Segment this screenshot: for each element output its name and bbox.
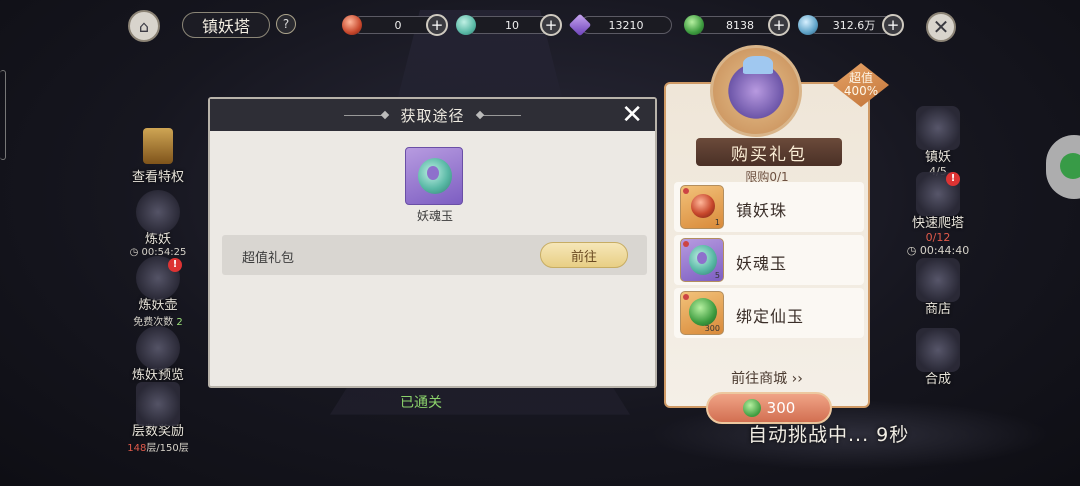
source-row: 超值礼包 前往 <box>222 235 647 275</box>
climb-timer: ◷ 00:44:40 <box>906 244 970 257</box>
chat-float-button[interactable] <box>1046 135 1080 199</box>
menu-synthesize[interactable]: 合成 <box>898 328 978 387</box>
go-to-mall-link[interactable]: 前往商城 ›› <box>666 368 868 388</box>
demon-orb-icon <box>691 194 715 218</box>
price: 300 <box>766 399 796 417</box>
gift-item[interactable]: 5 妖魂玉 <box>674 235 864 285</box>
shop-icon <box>916 258 960 302</box>
add-blue-gem-button[interactable]: + <box>882 14 904 36</box>
quality-dot <box>683 241 689 247</box>
alert-badge: ! <box>946 172 960 186</box>
item-slot: 1 <box>680 185 724 229</box>
jade-icon <box>456 15 476 35</box>
suppress-icon <box>916 106 960 150</box>
gift-bag-icon <box>710 45 802 137</box>
item-name: 镇妖珠 <box>736 201 788 220</box>
add-green-coin-button[interactable]: + <box>768 14 790 36</box>
bound-jade-coin-icon <box>689 298 717 326</box>
title-ornament-right <box>476 114 521 116</box>
go-button[interactable]: 前往 <box>540 242 628 268</box>
soul-jade-icon <box>689 245 717 275</box>
chat-icon <box>1060 153 1080 179</box>
home-button[interactable]: ⌂ <box>128 10 160 42</box>
synthesize-icon <box>916 328 960 372</box>
dialog-header: 获取途径 ✕ <box>210 99 655 131</box>
item-slot: 300 <box>680 291 724 335</box>
close-icon: ✕ <box>932 15 950 39</box>
home-icon: ⌂ <box>138 16 150 36</box>
menu-view-privilege[interactable]: 查看特权 <box>118 128 198 185</box>
dialog-close-button[interactable]: ✕ <box>621 101 643 129</box>
privilege-icon <box>143 128 173 164</box>
refine-icon <box>136 190 180 234</box>
climb-count: 0/12 <box>925 231 951 244</box>
close-page-button[interactable]: ✕ <box>926 12 956 42</box>
cleared-label: 已通关 <box>400 395 442 411</box>
resource-value: 13210 <box>580 16 672 34</box>
source-label: 超值礼包 <box>242 251 295 266</box>
value-tag-percent: 400% <box>843 84 879 98</box>
top-bar: ⌂ 镇妖塔 ? 0 + 10 + 13210 8138 + 312.6万 + ✕ <box>0 0 1080 52</box>
menu-shop[interactable]: 商店 <box>898 258 978 317</box>
gift-title: 购买礼包 <box>696 138 842 166</box>
item-count: 300 <box>704 324 720 333</box>
reward-chest-icon <box>136 382 180 426</box>
gift-item[interactable]: 1 镇妖珠 <box>674 182 864 232</box>
preview-icon <box>136 326 180 370</box>
auto-challenge-status: 自动挑战中... 9秒 <box>748 424 910 446</box>
red-orb-icon <box>342 15 362 35</box>
menu-demon-pot[interactable]: ! 炼妖壶 免费次数 2 <box>118 256 198 328</box>
menu-label: 查看特权 <box>131 170 184 185</box>
menu-refine-preview[interactable]: 炼妖预览 <box>118 326 198 383</box>
quality-dot <box>683 188 689 194</box>
title-ornament-left <box>344 114 389 116</box>
menu-refine-demon[interactable]: 炼妖 ◷ 00:54:25 <box>118 190 198 258</box>
item-slot: 5 <box>680 238 724 282</box>
quality-dot <box>683 294 689 300</box>
item-name: 绑定仙玉 <box>736 307 805 326</box>
gift-item[interactable]: 300 绑定仙玉 <box>674 288 864 338</box>
soul-jade-icon <box>418 158 452 194</box>
blue-gem-icon <box>798 15 818 35</box>
menu-quick-climb[interactable]: ! 快速爬塔 0/12 ◷ 00:44:40 <box>898 172 978 257</box>
add-red-orb-button[interactable]: + <box>426 14 448 36</box>
dialog-title: 获取途径 <box>400 106 465 125</box>
acquire-source-dialog: 获取途径 ✕ 妖魂玉 超值礼包 前往 <box>208 97 657 388</box>
item-count: 1 <box>714 218 720 227</box>
left-edge-tab[interactable] <box>0 70 6 160</box>
menu-suppress[interactable]: 镇妖 4/5 <box>898 106 978 178</box>
alert-badge: ! <box>168 258 182 272</box>
item-slot[interactable] <box>405 147 463 205</box>
green-coin-icon <box>742 399 761 417</box>
floor-progress: 148层/150层 <box>127 443 189 454</box>
menu-floor-reward[interactable]: 层数奖励 148层/150层 <box>118 382 198 454</box>
help-button[interactable]: ? <box>276 14 296 34</box>
item-count: 5 <box>714 271 720 280</box>
item-name: 妖魂玉 <box>416 209 453 223</box>
page-title: 镇妖塔 <box>182 12 270 38</box>
add-jade-button[interactable]: + <box>540 14 562 36</box>
item-name: 妖魂玉 <box>736 254 788 273</box>
green-coin-icon <box>684 15 704 35</box>
